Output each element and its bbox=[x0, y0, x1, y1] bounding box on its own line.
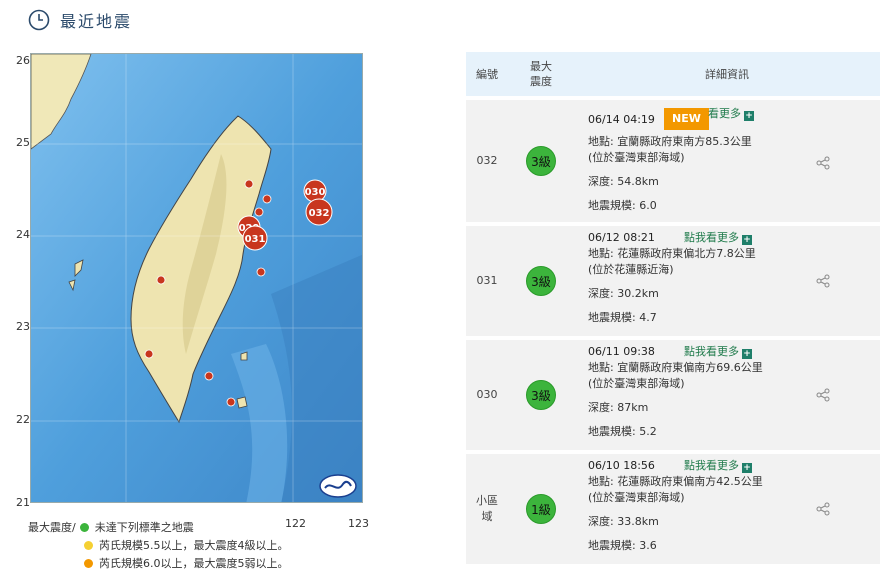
quake-region: (位於臺灣東部海域) bbox=[588, 491, 685, 504]
quake-id: 030 bbox=[476, 388, 498, 401]
legend-title: 最大震度/ bbox=[28, 521, 76, 534]
quake-id-line1: 小區 bbox=[476, 494, 498, 507]
plus-icon: + bbox=[742, 463, 752, 473]
header-intensity-line2: 震度 bbox=[530, 75, 552, 88]
table-header: 編號 最大 震度 詳細資訊 bbox=[466, 52, 880, 96]
quake-time: 06/10 18:56 bbox=[588, 459, 655, 472]
quake-magnitude: 地震規模: 6.0 bbox=[588, 199, 657, 212]
quake-id: 031 bbox=[476, 274, 498, 287]
legend-label: 芮氏規模6.0以上，最大震度5弱以上。 bbox=[99, 557, 289, 570]
legend-row: 芮氏規模6.0以上，最大震度5弱以上。 bbox=[28, 554, 289, 572]
quake-location: 地點: 宜蘭縣政府東偏南方69.6公里 bbox=[588, 361, 763, 374]
y-tick-label: 23 bbox=[16, 320, 30, 333]
marker-label: 030 bbox=[305, 187, 326, 198]
legend-label: 芮氏規模5.5以上，最大震度4級以上。 bbox=[99, 539, 289, 552]
quake-detail: 06/14 04:19 NEW 看更多 + 地點: 宜蘭縣政府東南方85.3公里 … bbox=[574, 100, 880, 222]
share-icon[interactable] bbox=[816, 156, 830, 170]
quake-time: 06/14 04:19 bbox=[588, 113, 655, 126]
quake-depth: 深度: 87km bbox=[588, 401, 649, 414]
quake-magnitude: 地震規模: 4.7 bbox=[588, 311, 657, 324]
marker-label: 032 bbox=[309, 208, 330, 219]
page-title: 最近地震 bbox=[60, 12, 133, 31]
quake-depth: 深度: 54.8km bbox=[588, 175, 659, 188]
green-dot-icon bbox=[79, 522, 89, 532]
legend: 最大震度/ 未達下列標準之地震 芮氏規模5.5以上，最大震度4級以上。 芮氏規模… bbox=[28, 518, 289, 572]
y-tick-label: 21 bbox=[16, 496, 30, 509]
quake-magnitude: 地震規模: 5.2 bbox=[588, 425, 657, 438]
legend-label: 未達下列標準之地震 bbox=[94, 521, 194, 534]
plus-icon: + bbox=[742, 349, 752, 359]
table-row[interactable]: 小區 域 1級 06/10 18:56 點我看更多 + 地點: 花蓮縣政府東偏南方… bbox=[466, 450, 880, 564]
x-tick-label: 123 bbox=[348, 517, 369, 530]
legend-row: 芮氏規模5.5以上，最大震度4級以上。 bbox=[28, 536, 289, 554]
more-link[interactable]: 點我看更多 + bbox=[684, 458, 752, 474]
quake-time: 06/12 08:21 bbox=[588, 231, 655, 244]
orange-dot-icon bbox=[84, 558, 93, 568]
clock-icon bbox=[28, 9, 50, 31]
more-link[interactable]: 看更多 + bbox=[708, 106, 754, 122]
header-intensity: 最大 震度 bbox=[508, 59, 574, 89]
quake-id-line2: 域 bbox=[481, 510, 493, 523]
intensity-badge: 1級 bbox=[526, 494, 556, 524]
share-icon[interactable] bbox=[816, 274, 830, 288]
quake-region: (位於臺灣東部海域) bbox=[588, 151, 685, 164]
map-canvas[interactable]: 030 032 029 031 bbox=[30, 53, 363, 503]
quake-region: (位於臺灣東部海域) bbox=[588, 377, 685, 390]
earthquake-table: 編號 最大 震度 詳細資訊 032 3級 06/14 04:19 NEW 看更多… bbox=[466, 52, 880, 564]
new-badge: NEW bbox=[664, 108, 709, 130]
quake-detail: 06/12 08:21 點我看更多 + 地點: 花蓮縣政府東偏北方7.8公里 (位… bbox=[574, 226, 880, 336]
quake-depth: 深度: 30.2km bbox=[588, 287, 659, 300]
y-tick-label: 24 bbox=[16, 228, 30, 241]
legend-row: 最大震度/ 未達下列標準之地震 bbox=[28, 518, 289, 536]
quake-detail: 06/11 09:38 點我看更多 + 地點: 宜蘭縣政府東偏南方69.6公里 (… bbox=[574, 340, 880, 450]
quake-depth: 深度: 33.8km bbox=[588, 515, 659, 528]
table-row[interactable]: 032 3級 06/14 04:19 NEW 看更多 + 地點: 宜蘭縣政府東南方… bbox=[466, 96, 880, 222]
y-tick-label: 25 bbox=[16, 136, 30, 149]
y-tick-label: 22 bbox=[16, 413, 30, 426]
quake-id: 小區 域 bbox=[466, 454, 508, 564]
quake-location: 地點: 花蓮縣政府東偏南方42.5公里 bbox=[588, 475, 763, 488]
intensity-badge: 3級 bbox=[526, 380, 556, 410]
header-id: 編號 bbox=[476, 68, 498, 81]
more-link[interactable]: 點我看更多 + bbox=[684, 344, 752, 360]
more-link[interactable]: 點我看更多 + bbox=[684, 230, 752, 246]
quake-id: 032 bbox=[476, 154, 498, 167]
intensity-badge: 3級 bbox=[526, 146, 556, 176]
quake-time: 06/11 09:38 bbox=[588, 345, 655, 358]
yellow-dot-icon bbox=[84, 540, 93, 550]
quake-location: 地點: 宜蘭縣政府東南方85.3公里 bbox=[588, 135, 752, 148]
table-row[interactable]: 031 3級 06/12 08:21 點我看更多 + 地點: 花蓮縣政府東偏北方7… bbox=[466, 222, 880, 336]
share-icon[interactable] bbox=[816, 502, 830, 516]
quake-magnitude: 地震規模: 3.6 bbox=[588, 539, 657, 552]
marker-label: 031 bbox=[245, 234, 266, 245]
earthquake-map: 26 25 24 23 22 21 030 032 031 122 123 bbox=[0, 40, 375, 578]
intensity-badge: 3級 bbox=[526, 266, 556, 296]
table-row[interactable]: 030 3級 06/11 09:38 點我看更多 + 地點: 宜蘭縣政府東偏南方6… bbox=[466, 336, 880, 450]
quake-detail: 06/10 18:56 點我看更多 + 地點: 花蓮縣政府東偏南方42.5公里 (… bbox=[574, 454, 880, 564]
header-detail: 詳細資訊 bbox=[705, 68, 749, 81]
share-icon[interactable] bbox=[816, 388, 830, 402]
y-tick-label: 26 bbox=[16, 54, 30, 67]
quake-region: (位於花蓮縣近海) bbox=[588, 263, 674, 276]
plus-icon: + bbox=[744, 111, 754, 121]
header-intensity-line1: 最大 bbox=[530, 60, 552, 73]
plus-icon: + bbox=[742, 235, 752, 245]
page-header: 最近地震 bbox=[28, 6, 132, 34]
cwa-logo-icon bbox=[319, 474, 357, 498]
quake-location: 地點: 花蓮縣政府東偏北方7.8公里 bbox=[588, 247, 756, 260]
